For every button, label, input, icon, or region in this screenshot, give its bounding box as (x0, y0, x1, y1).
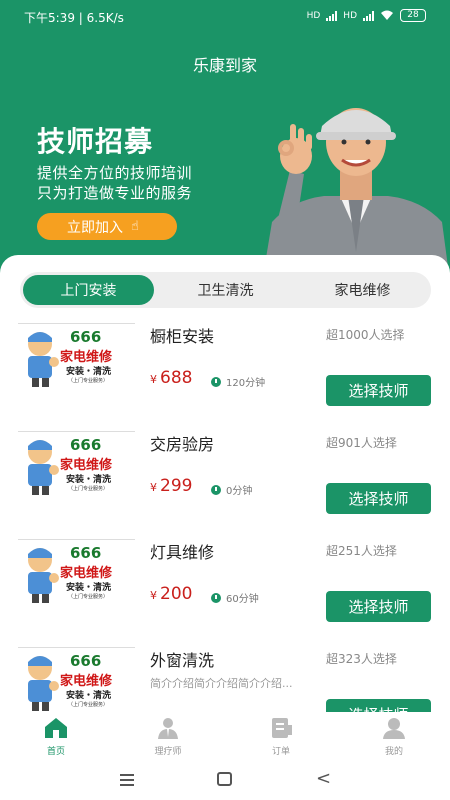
service-duration: 60分钟 (211, 590, 259, 605)
price-value: 299 (160, 476, 193, 496)
thumb-title: 家电维修 (60, 674, 113, 689)
thumb-tagline: （上门专业服务） (68, 378, 109, 384)
tab-repair[interactable]: 家电维修 (297, 275, 428, 305)
nav-orders[interactable]: 订单 (251, 712, 311, 757)
hd-label: HD (343, 10, 357, 21)
header-banner: 下午5:39 | 6.5K/s HD HD 28 乐康到家 技师招募 提供全方位… (0, 0, 450, 285)
clock-icon (211, 592, 221, 603)
service-count: 超1000人选择 (326, 328, 405, 342)
service-count: 超901人选择 (326, 436, 397, 450)
nav-home[interactable]: 首页 (26, 712, 86, 757)
mascot-image (28, 656, 59, 711)
category-tabs: 上门安装 卫生清洗 家电维修 (20, 272, 431, 308)
service-item[interactable]: 666 家电维修 安装・清洗 （上门专业服务） 灯具维修 超251人选择 ¥20… (0, 539, 450, 639)
duration-value: 0分钟 (226, 486, 253, 497)
nav-therapist[interactable]: 理疗师 (138, 712, 198, 757)
thumb-title: 家电维修 (60, 350, 113, 365)
main-content: 上门安装 卫生清洗 家电维修 666 家电维修 安装・清洗 （上门专业服务） 橱… (0, 255, 450, 715)
thumb-tagline: （上门专业服务） (68, 486, 109, 492)
home-icon (45, 718, 67, 738)
banner-subtitle-2: 只为打造做专业的服务 (37, 184, 193, 202)
service-thumbnail: 666 家电维修 安装・清洗 （上门专业服务） (18, 647, 135, 713)
menu-icon[interactable] (120, 774, 134, 789)
banner-subtitle-1: 提供全方位的技师培训 (37, 164, 193, 182)
thumb-number: 666 (70, 652, 102, 670)
service-count: 超323人选择 (326, 652, 397, 666)
thumb-subtitle: 安装・清洗 (66, 367, 112, 377)
thumb-subtitle: 安装・清洗 (66, 475, 112, 485)
service-name: 橱柜安装 (150, 327, 215, 346)
nav-orders-label: 订单 (271, 747, 290, 757)
nav-profile[interactable]: 我的 (364, 712, 424, 757)
status-icons: HD HD 28 (307, 9, 426, 22)
service-item[interactable]: 666 家电维修 安装・清洗 （上门专业服务） 外窗清洗 简介介绍简介介绍简介介… (0, 647, 450, 715)
yen-symbol: ¥ (150, 589, 157, 602)
system-nav-bar: < (0, 762, 450, 800)
therapist-icon (158, 718, 178, 739)
service-price: ¥688 (150, 368, 192, 388)
signal-icon (363, 10, 374, 21)
join-now-button[interactable]: 立即加入 ☝ (37, 213, 177, 240)
select-technician-button[interactable]: 选择技师 (326, 591, 431, 622)
service-thumbnail: 666 家电维修 安装・清洗 （上门专业服务） (18, 431, 135, 497)
clock-icon (211, 484, 221, 495)
bottom-nav: 首页 理疗师 订单 我的 (0, 712, 450, 762)
duration-value: 120分钟 (226, 378, 266, 389)
battery-icon: 28 (400, 9, 426, 22)
tab-install[interactable]: 上门安装 (23, 275, 154, 305)
price-value: 200 (160, 584, 193, 604)
thumb-subtitle: 安装・清洗 (66, 583, 112, 593)
order-icon (272, 718, 292, 738)
status-bar: 下午5:39 | 6.5K/s HD HD 28 (0, 0, 450, 32)
service-description: 简介介绍简介介绍简介介绍... (150, 677, 293, 690)
signal-icon (326, 10, 338, 21)
technician-image (262, 108, 450, 282)
service-name: 外窗清洗 (150, 651, 215, 670)
thumb-tagline: （上门专业服务） (68, 702, 109, 708)
thumb-title: 家电维修 (60, 458, 113, 473)
home-square-icon[interactable] (217, 772, 232, 786)
select-technician-button[interactable]: 选择技师 (326, 483, 431, 514)
service-name: 灯具维修 (150, 543, 215, 562)
service-price: ¥299 (150, 476, 192, 496)
mascot-image (28, 332, 59, 387)
price-value: 688 (160, 368, 193, 388)
status-time: 下午5:39 | 6.5K/s (24, 11, 124, 25)
thumb-subtitle: 安装・清洗 (66, 691, 112, 701)
select-technician-button[interactable]: 选择技师 (326, 375, 431, 406)
clock-icon (211, 376, 221, 387)
service-count: 超251人选择 (326, 544, 397, 558)
service-price: ¥200 (150, 584, 192, 604)
profile-icon (383, 718, 405, 739)
mascot-image (28, 440, 59, 495)
join-now-label: 立即加入 (67, 219, 123, 236)
nav-home-label: 首页 (46, 747, 65, 757)
service-thumbnail: 666 家电维修 安装・清洗 （上门专业服务） (18, 323, 135, 389)
thumb-number: 666 (70, 328, 102, 346)
service-item[interactable]: 666 家电维修 安装・清洗 （上门专业服务） 交房验房 超901人选择 ¥29… (0, 431, 450, 531)
back-arrow-icon[interactable]: < (316, 768, 331, 789)
app-title: 乐康到家 (192, 56, 257, 75)
wifi-icon (381, 10, 393, 20)
service-item[interactable]: 666 家电维修 安装・清洗 （上门专业服务） 橱柜安装 超1000人选择 ¥6… (0, 323, 450, 423)
service-duration: 0分钟 (211, 482, 252, 497)
thumb-tagline: （上门专业服务） (68, 594, 109, 600)
banner-title: 技师招募 (37, 125, 154, 158)
service-thumbnail: 666 家电维修 安装・清洗 （上门专业服务） (18, 539, 135, 605)
tab-cleaning[interactable]: 卫生清洗 (160, 275, 291, 305)
mascot-image (28, 548, 59, 603)
service-duration: 120分钟 (211, 374, 265, 389)
thumb-number: 666 (70, 544, 102, 562)
yen-symbol: ¥ (150, 481, 157, 494)
nav-therapist-label: 理疗师 (154, 747, 182, 757)
yen-symbol: ¥ (150, 373, 157, 386)
thumb-number: 666 (70, 436, 102, 454)
pointing-hand-icon: ☝ (131, 219, 139, 234)
hd-label: HD (306, 10, 321, 21)
thumb-title: 家电维修 (60, 566, 113, 581)
service-name: 交房验房 (150, 435, 215, 454)
nav-profile-label: 我的 (384, 747, 403, 757)
duration-value: 60分钟 (226, 594, 259, 605)
